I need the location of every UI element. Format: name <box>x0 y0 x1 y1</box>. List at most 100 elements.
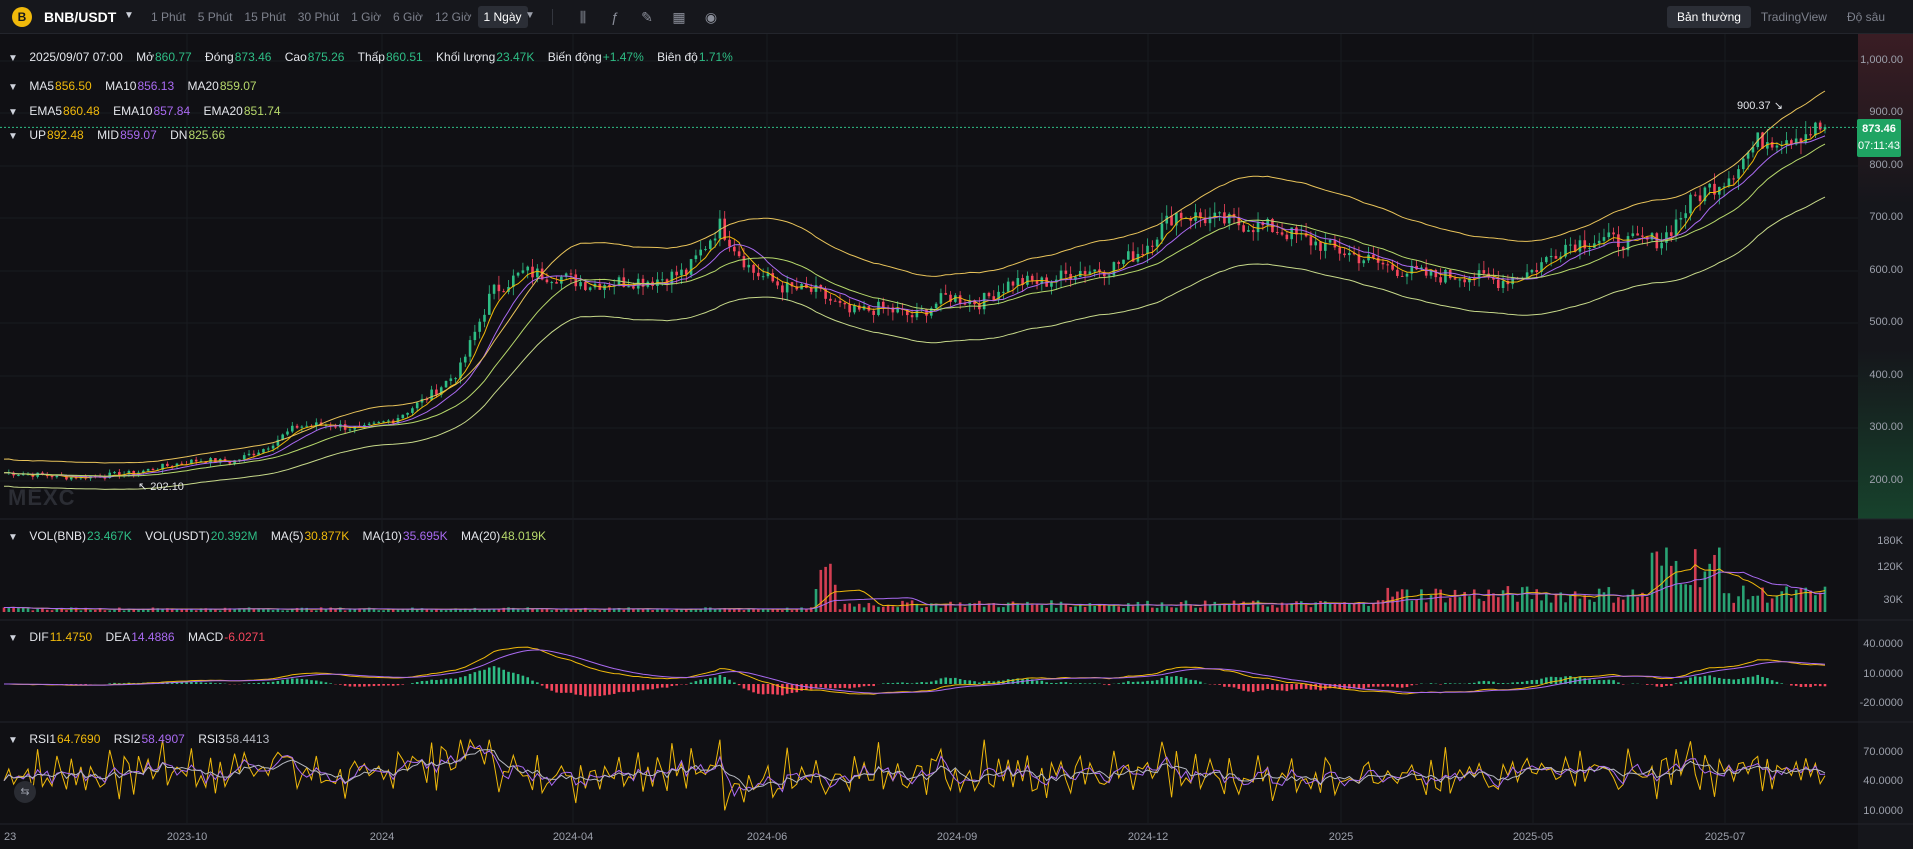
macd-histogram-bar <box>1213 684 1217 685</box>
view-mode-tab[interactable]: Độ sâu <box>1837 6 1895 28</box>
camera-icon[interactable]: ◉ <box>702 8 720 26</box>
interval-tab[interactable]: 1 Giờ <box>345 6 387 28</box>
macd-histogram-bar <box>1400 684 1404 688</box>
macd-histogram-bar <box>492 666 496 684</box>
top-toolbar: B BNB/USDT ▼ 1 Phút 5 Phút 15 Phút 30 Phút 1… <box>0 0 1913 34</box>
candle-body <box>1343 253 1346 256</box>
boll-collapse-chevron-icon[interactable]: ▼ <box>0 128 26 146</box>
candle-body <box>305 425 308 427</box>
candle-body <box>502 291 505 293</box>
candle-body <box>492 284 496 294</box>
interval-selector: 1 Phút 5 Phút 15 Phút 30 Phút 1 Giờ 6 Giờ 12 G… <box>145 6 528 28</box>
interval-tab[interactable]: 6 Giờ <box>387 6 429 28</box>
volume-bar <box>1588 599 1591 612</box>
ohlc-collapse-chevron-icon[interactable]: ▼ <box>0 50 26 68</box>
interval-tab[interactable]: 1 Ngày <box>477 6 528 28</box>
volume-bar <box>26 608 30 612</box>
candle-body <box>146 468 150 471</box>
macd-histogram-bar <box>363 684 366 687</box>
macd-histogram-bar <box>761 684 765 695</box>
macd-histogram-bar <box>1448 683 1452 684</box>
volume-bar <box>1708 563 1711 612</box>
volume-bar <box>555 609 558 612</box>
candle-body <box>545 279 549 283</box>
vol-legend: ▼ VOL(BNB)23.467K VOL(USDT)20.392M MA(5)… <box>0 527 556 545</box>
candle-body <box>1444 269 1447 283</box>
macd-histogram-bar <box>1732 679 1736 684</box>
ma-collapse-chevron-icon[interactable]: ▼ <box>0 79 26 97</box>
candle-body <box>1549 255 1553 258</box>
volume-bar <box>396 609 400 612</box>
volume-bar <box>1713 554 1716 612</box>
macd-histogram-bar <box>1069 683 1072 684</box>
vol-ma5-label: MA(5) <box>270 529 304 543</box>
candle-body <box>1713 183 1716 195</box>
chart-canvas[interactable] <box>0 34 1913 849</box>
candle-body <box>694 255 698 260</box>
volume-bar <box>550 610 554 612</box>
axis-tick-label: 800.00 <box>1869 159 1903 171</box>
interval-chevron-down-icon[interactable]: ▼ <box>525 10 535 21</box>
macd-histogram-bar <box>1386 684 1390 687</box>
macd-histogram-bar <box>300 678 304 684</box>
view-mode-tab[interactable]: TradingView <box>1751 6 1837 28</box>
macd-histogram-bar <box>1290 684 1293 690</box>
volume-bar <box>896 607 899 612</box>
volume-bar <box>776 609 779 612</box>
ema-collapse-chevron-icon[interactable]: ▼ <box>0 104 26 122</box>
formula-icon[interactable]: ƒ <box>606 8 624 26</box>
candle-body <box>435 389 438 395</box>
interval-tab[interactable]: 5 Phút <box>192 6 239 28</box>
volume-bar <box>1492 593 1495 612</box>
layout-icon[interactable]: ▦ <box>670 8 688 26</box>
axis-tick-label: 120K <box>1877 561 1903 573</box>
candle-body <box>1275 232 1279 234</box>
macd-histogram-bar <box>704 679 707 684</box>
candle-body <box>1501 281 1505 289</box>
volume-bar <box>1338 603 1342 612</box>
volume-bar <box>1093 605 1096 612</box>
candle-body <box>660 279 664 281</box>
volume-bar <box>680 609 683 612</box>
candle-body <box>915 310 919 318</box>
rsi-collapse-chevron-icon[interactable]: ▼ <box>0 732 26 750</box>
macd-histogram-bar <box>920 682 924 684</box>
volume-bar <box>1597 588 1601 612</box>
vol-collapse-chevron-icon[interactable]: ▼ <box>0 529 26 547</box>
interval-tab[interactable]: 30 Phút <box>292 6 345 28</box>
candle-body <box>699 249 702 256</box>
symbol-chevron-down-icon[interactable]: ▼ <box>124 10 134 21</box>
interval-tab[interactable]: 1 Phút <box>145 6 192 28</box>
macd-histogram-bar <box>641 684 645 691</box>
macd-histogram-bar <box>574 684 578 695</box>
macd-collapse-chevron-icon[interactable]: ▼ <box>0 630 26 648</box>
view-mode-tab[interactable]: Bản thường <box>1666 6 1751 28</box>
axis-tick-label: 900.00 <box>1869 106 1903 118</box>
high-mark-value: 900.37 <box>1737 100 1771 112</box>
volume-bar <box>1790 597 1793 612</box>
indicator-icon[interactable]: ⫼ <box>574 8 592 26</box>
volume-bar <box>1732 602 1736 612</box>
candle-body <box>1251 230 1255 233</box>
macd-histogram-bar <box>319 681 323 684</box>
macd-histogram-bar <box>348 684 352 687</box>
volume-bar <box>1636 597 1639 612</box>
collapse-icon[interactable]: ⇆ <box>14 781 36 803</box>
pencil-icon[interactable]: ✎ <box>638 8 656 26</box>
candle-body <box>1602 237 1606 241</box>
macd-histogram-bar <box>785 684 789 694</box>
ema10-label: EMA10 <box>113 104 153 118</box>
macd-histogram-bar <box>867 684 871 686</box>
interval-tab[interactable]: 12 Giờ <box>429 6 478 28</box>
volume-bar <box>1746 599 1750 612</box>
volume-bar <box>319 607 323 612</box>
symbol-title[interactable]: BNB/USDT <box>44 9 116 25</box>
vol-ma20-value: 48.019K <box>501 529 547 543</box>
volume-bar <box>1011 601 1015 612</box>
macd-histogram-bar <box>1405 684 1409 688</box>
volume-bar <box>36 608 39 612</box>
volume-bar <box>1189 605 1193 612</box>
volume-bar <box>142 609 145 612</box>
macd-histogram-bar <box>1516 682 1519 684</box>
interval-tab[interactable]: 15 Phút <box>238 6 291 28</box>
